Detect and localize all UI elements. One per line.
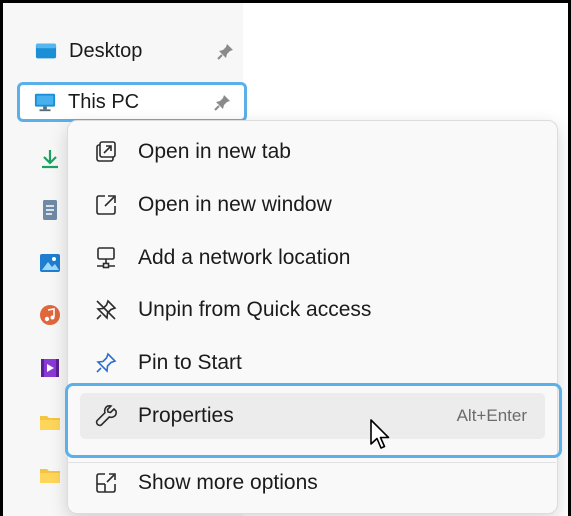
music-icon[interactable] (39, 304, 61, 326)
wrench-icon (93, 403, 119, 429)
menu-item-label: Pin to Start (138, 351, 242, 374)
pin-icon[interactable] (217, 42, 235, 60)
menu-item-label: Open in new window (138, 193, 332, 216)
menu-item-open-in-new-window[interactable]: Open in new window (80, 182, 545, 228)
menu-item-unpin-from-quick-access[interactable]: Unpin from Quick access (80, 287, 545, 333)
menu-item-label: Open in new tab (138, 140, 291, 163)
nav-item-this-pc[interactable]: This PC (17, 82, 247, 122)
menu-separator (67, 462, 556, 463)
menu-item-label: Properties (138, 404, 234, 427)
menu-item-show-more-options[interactable]: Show more options (80, 460, 545, 506)
menu-item-open-in-new-tab[interactable]: Open in new tab (80, 129, 545, 175)
context-menu: Open in new tab Open in new window Add a… (67, 120, 558, 514)
download-icon[interactable] (39, 148, 61, 170)
menu-item-label: Add a network location (138, 246, 351, 269)
nav-item-label: Desktop (69, 39, 143, 62)
open-new-tab-icon (93, 139, 119, 165)
explorer-window: Desktop This PC Open in new tab Open in … (0, 0, 571, 516)
more-options-icon (93, 470, 119, 496)
desktop-folder-icon (35, 41, 57, 61)
nav-item-label: This PC (68, 90, 140, 113)
mouse-cursor-icon (370, 419, 390, 449)
menu-item-label: Unpin from Quick access (138, 298, 372, 321)
folder-icon[interactable] (39, 411, 61, 433)
open-new-window-icon (93, 192, 119, 218)
menu-item-label: Show more options (138, 471, 318, 494)
pin-icon[interactable] (214, 93, 232, 111)
nav-item-desktop[interactable]: Desktop (19, 32, 247, 70)
videos-icon[interactable] (39, 357, 61, 379)
monitor-icon (34, 92, 56, 112)
pin-icon (93, 350, 119, 376)
pictures-icon[interactable] (39, 252, 61, 274)
menu-item-pin-to-start[interactable]: Pin to Start (80, 340, 545, 386)
menu-item-shortcut: Alt+Enter (456, 406, 527, 425)
menu-item-add-network-location[interactable]: Add a network location (80, 235, 545, 281)
folder-icon[interactable] (39, 464, 61, 486)
network-location-icon (93, 245, 119, 271)
document-icon[interactable] (39, 199, 61, 221)
menu-item-properties[interactable]: Properties Alt+Enter (80, 393, 545, 439)
unpin-icon (93, 297, 119, 323)
